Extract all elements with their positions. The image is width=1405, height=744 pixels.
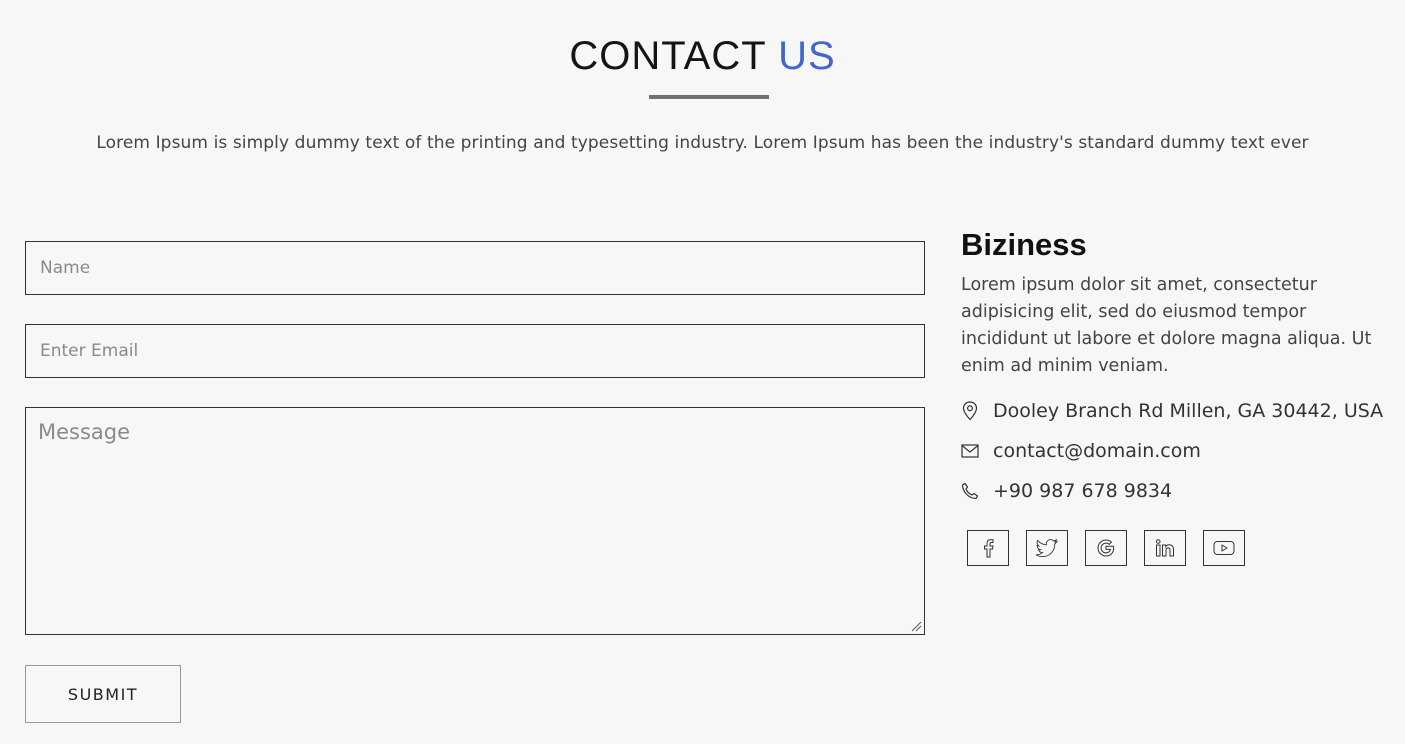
title-accent: US <box>778 34 836 78</box>
email-field-wrapper <box>25 324 925 378</box>
business-name: Biziness <box>961 227 1087 262</box>
google-icon <box>1097 539 1115 557</box>
linkedin-button[interactable] <box>1144 530 1186 566</box>
intro-text: Lorem Ipsum is simply dummy text of the … <box>96 133 1309 153</box>
name-field-wrapper <box>25 241 925 295</box>
email-input[interactable] <box>26 325 924 377</box>
business-info: Biziness Lorem ipsum dolor sit amet, con… <box>961 226 1391 566</box>
submit-button[interactable]: SUBMIT <box>25 665 181 723</box>
title-divider <box>649 95 769 99</box>
facebook-button[interactable] <box>967 530 1009 566</box>
email-link[interactable]: contact@domain.com <box>993 440 1201 462</box>
phone-text[interactable]: +90 987 678 9834 <box>993 480 1172 502</box>
twitter-icon <box>1036 539 1058 557</box>
social-links <box>967 530 1262 566</box>
business-description: Lorem ipsum dolor sit amet, consectetur … <box>961 275 1372 376</box>
page-title: CONTACT US <box>0 30 1405 82</box>
facebook-icon <box>984 539 994 558</box>
title-main: CONTACT <box>569 34 766 78</box>
mail-icon <box>961 441 979 461</box>
message-textarea[interactable] <box>26 408 924 634</box>
youtube-icon <box>1213 541 1235 555</box>
google-button[interactable] <box>1085 530 1127 566</box>
map-pin-icon <box>961 401 979 421</box>
message-field-wrapper <box>25 407 925 635</box>
address-text: Dooley Branch Rd Millen, GA 30442, USA <box>993 400 1384 422</box>
contact-page: CONTACT US Lorem Ipsum is simply dummy t… <box>0 0 1405 744</box>
linkedin-icon <box>1155 539 1174 557</box>
email-row: contact@domain.com <box>961 440 1201 462</box>
phone-icon <box>961 481 979 501</box>
twitter-button[interactable] <box>1026 530 1068 566</box>
name-input[interactable] <box>26 242 924 294</box>
resize-handle-icon[interactable] <box>911 621 922 632</box>
youtube-button[interactable] <box>1203 530 1245 566</box>
address-row: Dooley Branch Rd Millen, GA 30442, USA <box>961 400 1383 422</box>
phone-row: +90 987 678 9834 <box>961 480 1172 502</box>
